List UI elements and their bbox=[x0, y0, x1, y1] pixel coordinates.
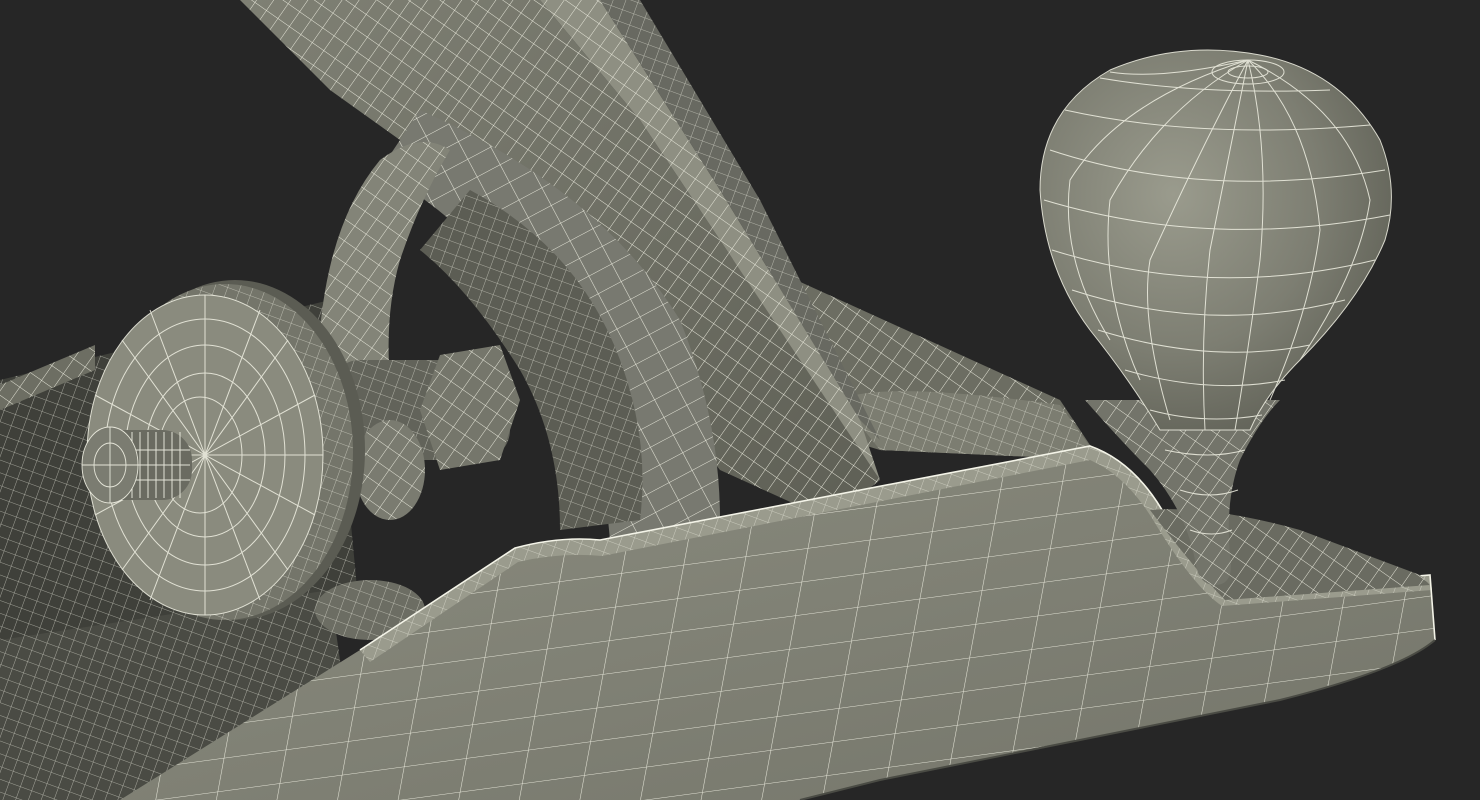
render-viewport bbox=[0, 0, 1480, 800]
wireframe-scene bbox=[0, 0, 1480, 800]
